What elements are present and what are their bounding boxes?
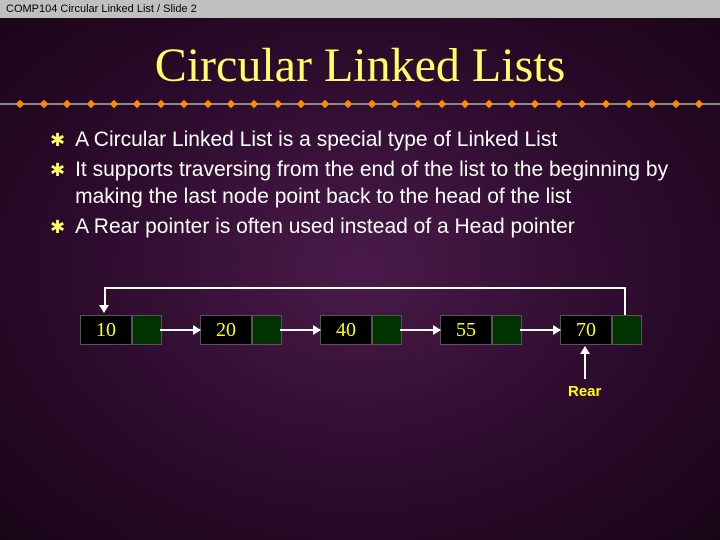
bullet-icon: ✱ xyxy=(50,159,65,210)
node-value: 20 xyxy=(200,315,252,345)
node-pointer xyxy=(372,315,402,345)
bullet-list: ✱ A Circular Linked List is a special ty… xyxy=(0,127,720,240)
node-value: 10 xyxy=(80,315,132,345)
node-value: 40 xyxy=(320,315,372,345)
rear-label: Rear xyxy=(568,383,601,400)
node-pointer xyxy=(492,315,522,345)
bullet-item: ✱ A Circular Linked List is a special ty… xyxy=(50,127,680,153)
title-divider xyxy=(0,101,720,107)
list-node: 10 xyxy=(80,315,162,345)
node-pointer xyxy=(132,315,162,345)
bullet-text: It supports traversing from the end of t… xyxy=(75,157,680,210)
node-pointer xyxy=(252,315,282,345)
slide-header: COMP104 Circular Linked List / Slide 2 xyxy=(0,0,720,18)
rear-arrow-icon xyxy=(584,347,586,379)
node-value: 70 xyxy=(560,315,612,345)
bullet-icon: ✱ xyxy=(50,216,65,240)
node-value: 55 xyxy=(440,315,492,345)
linked-list-diagram: 10 20 40 55 70 Rear xyxy=(0,275,720,425)
bullet-item: ✱ A Rear pointer is often used instead o… xyxy=(50,214,680,240)
node-pointer xyxy=(612,315,642,345)
bullet-text: A Circular Linked List is a special type… xyxy=(75,127,680,153)
list-node: 20 xyxy=(200,315,282,345)
bullet-icon: ✱ xyxy=(50,129,65,153)
arrow-icon xyxy=(400,329,440,331)
list-node: 70 xyxy=(560,315,642,345)
arrow-icon xyxy=(520,329,560,331)
slide-title: Circular Linked Lists xyxy=(0,38,720,93)
arrow-icon xyxy=(280,329,320,331)
bullet-text: A Rear pointer is often used instead of … xyxy=(75,214,680,240)
bullet-item: ✱ It supports traversing from the end of… xyxy=(50,157,680,210)
arrow-icon xyxy=(160,329,200,331)
list-node: 40 xyxy=(320,315,402,345)
list-node: 55 xyxy=(440,315,522,345)
